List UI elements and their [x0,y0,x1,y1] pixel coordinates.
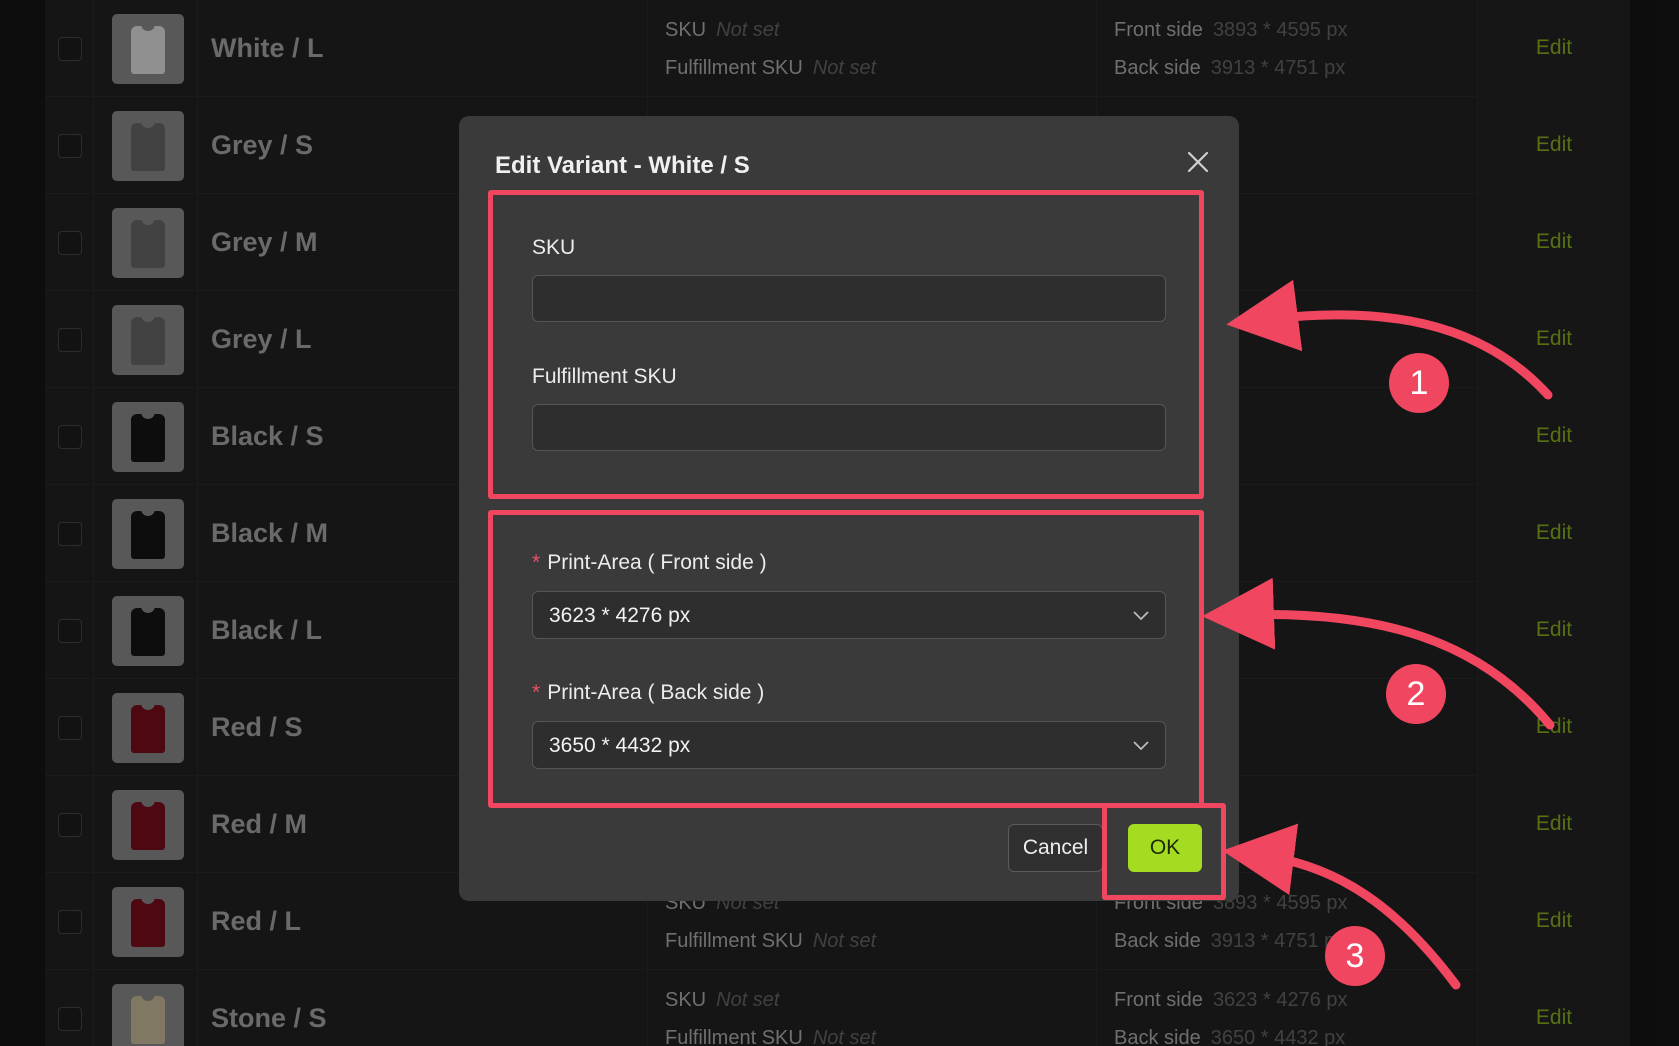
annotation-arrows [1202,279,1555,990]
page: White / L SKU Not set Fulfillment SKU Not se… [0,0,1679,1046]
annotation-marker-1: 1 [1389,353,1449,413]
annotation-marker-3: 3 [1325,926,1385,986]
annotation-marker-2: 2 [1386,664,1446,724]
